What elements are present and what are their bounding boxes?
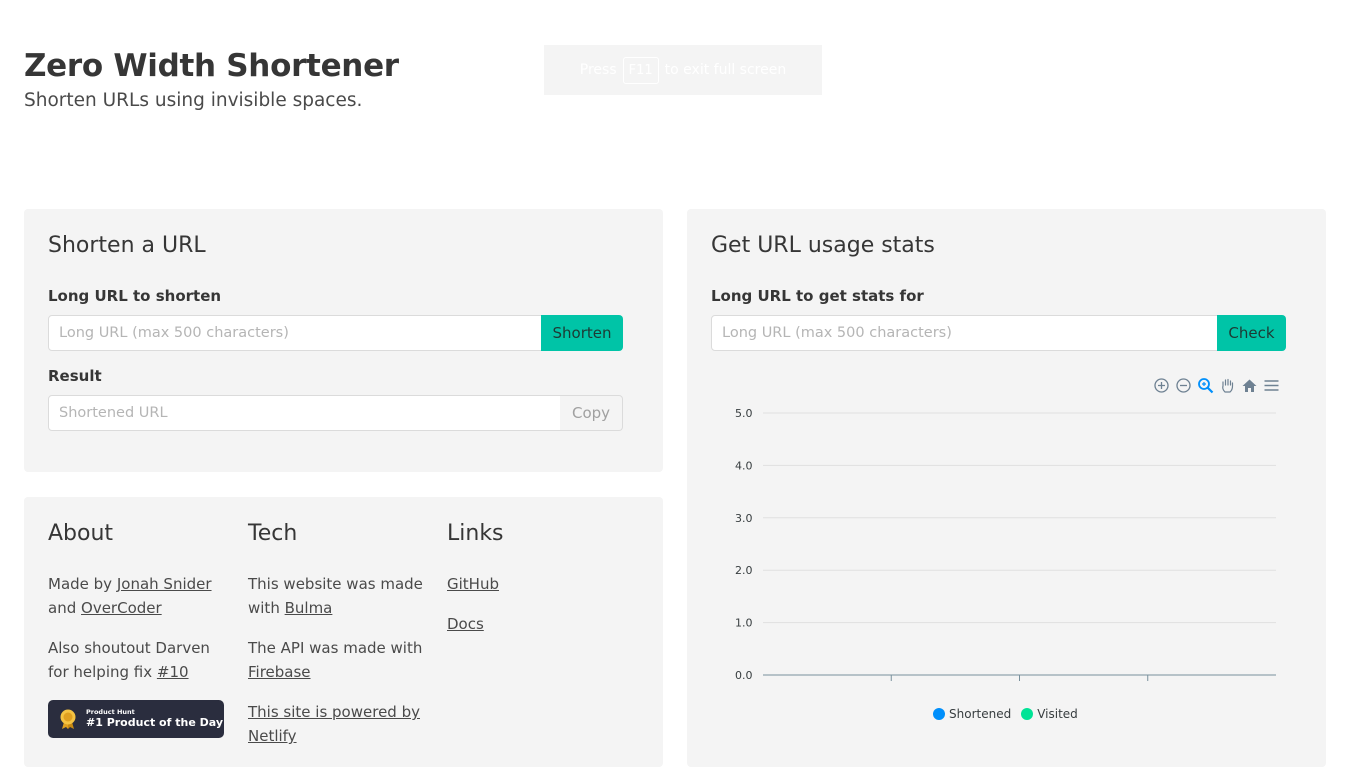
badge-big-text: #1 Product of the Day — [86, 715, 223, 729]
y-tick-label: 0.0 — [735, 669, 753, 682]
tech-netlify: This site is powered by Netlify — [248, 700, 428, 748]
coauthor-link[interactable]: OverCoder — [81, 599, 162, 617]
chart-toolbar — [1153, 377, 1280, 394]
y-tick-label: 1.0 — [735, 617, 753, 630]
about-card: About Made by Jonah Snider and OverCoder… — [24, 497, 663, 767]
legend-item-shortened[interactable]: Shortened — [933, 707, 1011, 721]
github-link[interactable]: GitHub — [447, 575, 499, 593]
zoom-out-icon[interactable] — [1175, 377, 1192, 394]
product-hunt-badge[interactable]: Product Hunt #1 Product of the Day — [48, 700, 224, 738]
about-made-by: Made by Jonah Snider and OverCoder — [48, 572, 228, 620]
tech-column: Tech This website was made with Bulma Th… — [248, 521, 428, 764]
shorten-button[interactable]: Shorten — [541, 315, 623, 351]
y-tick-label: 5.0 — [735, 407, 753, 420]
tech-api: The API was made with Firebase — [248, 636, 428, 684]
long-url-label: Long URL to shorten — [48, 287, 222, 305]
legend-label-shortened: Shortened — [949, 707, 1012, 721]
stats-url-label: Long URL to get stats for — [711, 287, 924, 305]
firebase-link[interactable]: Firebase — [248, 663, 311, 681]
fullscreen-hint-key: F11 — [622, 56, 659, 84]
zoom-in-icon[interactable] — [1153, 377, 1170, 394]
result-label: Result — [48, 367, 102, 385]
medal-icon — [60, 709, 76, 729]
tech-api-text: The API was made with — [248, 639, 423, 657]
legend-marker-visited — [1021, 708, 1034, 720]
tech-website-text: This website was made with — [248, 575, 423, 617]
check-button[interactable]: Check — [1217, 315, 1286, 351]
y-tick-label: 2.0 — [735, 564, 753, 577]
links-column: Links GitHub Docs — [447, 521, 627, 652]
stats-card: Get URL usage stats Long URL to get stat… — [687, 209, 1326, 767]
tech-website: This website was made with Bulma — [248, 572, 428, 620]
netlify-link[interactable]: This site is powered by Netlify — [248, 703, 420, 745]
about-shoutout: Also shoutout Darven for helping fix #10 — [48, 636, 228, 684]
fullscreen-hint: Press F11 to exit full screen — [544, 45, 822, 95]
y-tick-label: 4.0 — [735, 459, 753, 472]
zoom-selection-icon[interactable] — [1197, 377, 1214, 394]
issue-link[interactable]: #10 — [157, 663, 189, 681]
stats-card-title: Get URL usage stats — [711, 233, 935, 258]
legend-label-visited: Visited — [1037, 707, 1078, 721]
about-title: About — [48, 521, 114, 546]
y-tick-label: 3.0 — [735, 512, 753, 525]
long-url-input[interactable] — [48, 315, 542, 351]
stats-chart: 5.0 4.0 3.0 2.0 1.0 0.0 — [735, 407, 1276, 682]
bulma-link[interactable]: Bulma — [285, 599, 333, 617]
menu-icon[interactable] — [1263, 377, 1280, 394]
about-column: About Made by Jonah Snider and OverCoder… — [48, 521, 228, 738]
author-link[interactable]: Jonah Snider — [117, 575, 212, 593]
stats-url-input[interactable] — [711, 315, 1218, 351]
fullscreen-hint-prefix: Press — [579, 62, 617, 78]
reset-home-icon[interactable] — [1241, 377, 1258, 394]
shorten-card-title: Shorten a URL — [48, 233, 206, 258]
legend-item-visited[interactable]: Visited — [1021, 707, 1078, 721]
made-by-and: and — [48, 599, 77, 617]
result-input[interactable] — [48, 395, 561, 431]
made-by-prefix: Made by — [48, 575, 113, 593]
tech-title: Tech — [248, 521, 298, 546]
fullscreen-hint-suffix: to exit full screen — [664, 62, 787, 78]
links-title: Links — [447, 521, 504, 546]
shorten-card: Shorten a URL Long URL to shorten Shorte… — [24, 209, 663, 472]
copy-button[interactable]: Copy — [560, 395, 623, 431]
page-title: Zero Width Shortener — [24, 48, 399, 84]
chart-legend: Shortened Visited — [933, 707, 1078, 721]
legend-marker-shortened — [933, 708, 945, 720]
pan-hand-icon[interactable] — [1219, 377, 1236, 394]
page-subtitle: Shorten URLs using invisible spaces. — [24, 90, 363, 111]
docs-link[interactable]: Docs — [447, 615, 484, 633]
